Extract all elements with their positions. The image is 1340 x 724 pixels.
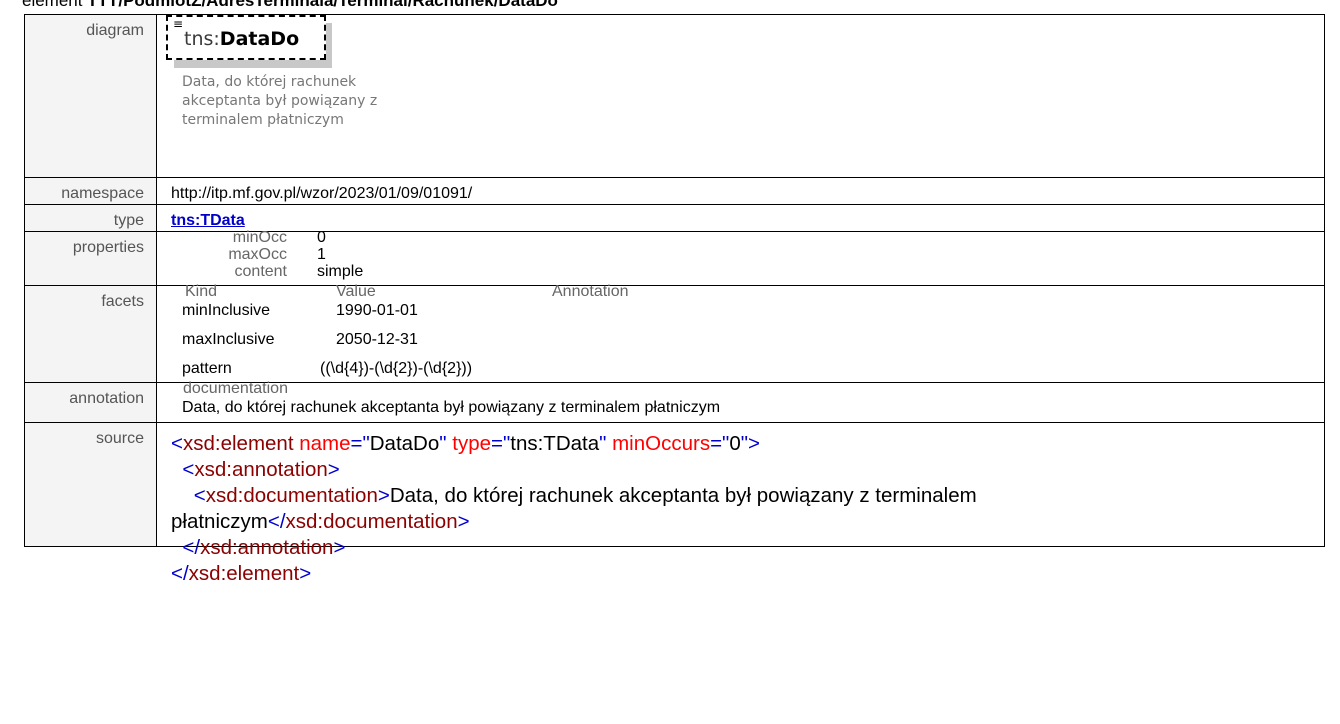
facet-kind: pattern [182, 360, 232, 377]
source-tag: xsd:element [182, 432, 294, 455]
namespace-value: http://itp.mf.gov.pl/wzor/2023/01/09/010… [171, 185, 473, 202]
annotation-text: Data, do której rachunek akceptanta był … [182, 399, 721, 416]
row-properties: properties minOcc 0 maxOcc 1 content sim… [24, 229, 1325, 286]
source-tag: xsd:annotation [200, 536, 334, 559]
label-properties: properties [24, 231, 157, 286]
element-diagram: ≡ tns:DataDo Data, do której rachunek ak… [157, 15, 1324, 177]
row-namespace: namespace http://itp.mf.gov.pl/wzor/2023… [24, 177, 1325, 205]
facet-kind: minInclusive [182, 302, 271, 319]
source-text: płatniczym [171, 510, 268, 533]
facet-value: 2050-12-31 [336, 331, 418, 348]
row-type: type tns:TData [24, 204, 1325, 232]
element-local-name: DataDo [219, 28, 300, 50]
source-code: <xsd:element name="DataDo" type="tns:TDa… [171, 432, 977, 585]
annotation-heading: documentation [183, 380, 288, 397]
facet-header-value: Value [336, 283, 376, 300]
annotation-block: documentation Data, do której rachunek a… [157, 380, 1324, 422]
row-source: source <xsd:element name="DataDo" type="… [24, 422, 1325, 585]
source-attr-value: 0 [729, 432, 741, 455]
label-facets: facets [24, 285, 157, 383]
property-value: 0 [317, 229, 326, 246]
doc-line: akceptanta był powiązany z [182, 93, 378, 109]
doc-line: Data, do której rachunek [182, 74, 357, 90]
source-attr-name: type [452, 432, 491, 455]
properties-block: minOcc 0 maxOcc 1 content simple [157, 229, 1324, 285]
source-tag: xsd:documentation [205, 484, 378, 507]
source-tag: xsd:annotation [194, 458, 328, 481]
source-attr-value: tns:TData [510, 432, 600, 455]
label-type: type [24, 204, 157, 232]
property-key: maxOcc [228, 246, 287, 263]
source-text: Data, do której rachunek akceptanta był … [389, 484, 977, 507]
source-attr-value: DataDo [369, 432, 440, 455]
facet-value: ((\d{4})-(\d{2})-(\d{2})) [320, 360, 473, 377]
label-source: source [24, 422, 157, 547]
property-key: content [234, 263, 287, 280]
label-annotation: annotation [24, 382, 157, 423]
facet-value: 1990-01-01 [336, 302, 418, 319]
source-attr-name: minOccurs [612, 432, 711, 455]
facets-table: Kind Value Annotation minInclusive 1990-… [157, 283, 1324, 382]
element-doc-text: Data, do której rachunek akceptanta był … [182, 73, 382, 130]
label-namespace: namespace [24, 177, 157, 205]
element-prefix: tns: [184, 28, 220, 50]
label-diagram: diagram [24, 14, 157, 178]
row-diagram: diagram ≡ tns:DataDo Data, do której rac… [24, 14, 1325, 178]
property-value: simple [317, 263, 364, 280]
type-link[interactable]: tns:TData [171, 212, 245, 229]
row-annotation: annotation documentation Data, do której… [24, 380, 1325, 423]
source-tag: xsd:documentation [285, 510, 458, 533]
property-key: minOcc [232, 229, 287, 246]
page-title: element TTT/PodmiotZ/AdresTerminala/Term… [22, 0, 558, 11]
doc-line: terminalem płatniczym [182, 112, 344, 128]
facet-header-annotation: Annotation [552, 283, 629, 300]
source-tag: xsd:element [188, 562, 300, 585]
facet-header-kind: Kind [185, 283, 218, 300]
element-name: tns:DataDo [184, 28, 299, 50]
facet-kind: maxInclusive [182, 331, 275, 348]
title-prefix: element [22, 0, 88, 10]
title-path: TTT/PodmiotZ/AdresTerminala/Terminal/Rac… [87, 0, 558, 10]
element-box[interactable]: ≡ tns:DataDo [166, 15, 326, 60]
annotation-lines-icon: ≡ [173, 17, 184, 31]
element-doc-table: diagram ≡ tns:DataDo Data, do której rac… [24, 14, 1325, 585]
property-value: 1 [317, 246, 326, 263]
source-attr-name: name [299, 432, 351, 455]
row-facets: facets Kind Value Annotation minInclusiv… [24, 283, 1325, 383]
